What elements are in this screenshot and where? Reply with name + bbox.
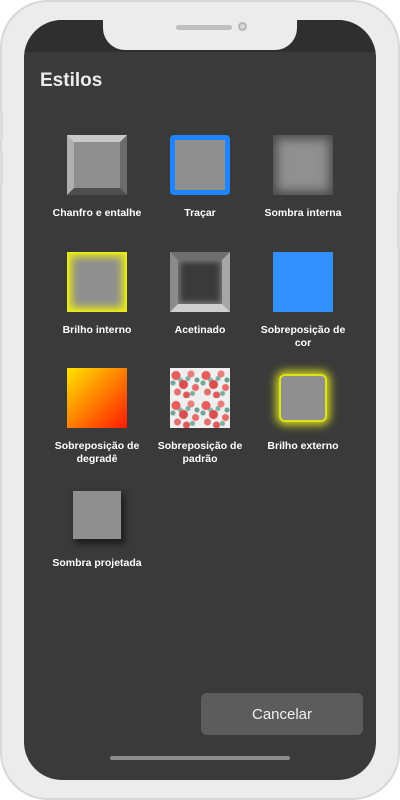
bevel-preview xyxy=(67,135,127,195)
style-label: Sombra interna xyxy=(264,207,342,219)
camera xyxy=(238,22,247,31)
speaker xyxy=(176,25,232,30)
style-tile-bevel[interactable]: Chanfro e entalhe xyxy=(39,135,155,220)
style-label: Sobreposição de cor xyxy=(260,324,346,349)
style-tile-inner-shadow[interactable]: Sombra interna xyxy=(245,135,361,220)
outer-glow-preview xyxy=(279,374,327,422)
style-label: Sobreposição de padrão xyxy=(157,440,243,465)
color-overlay-preview xyxy=(273,252,333,312)
inner-shadow-preview xyxy=(273,135,333,195)
style-label: Sombra projetada xyxy=(52,557,142,569)
style-tile-drop-shadow[interactable]: Sombra projetada xyxy=(39,485,155,570)
page-title: Estilos xyxy=(40,70,103,91)
style-tile-pattern-overlay[interactable]: Sobreposição de padrão xyxy=(142,368,258,466)
home-indicator[interactable] xyxy=(110,756,290,760)
style-tile-gradient-overlay[interactable]: Sobreposição de degradê xyxy=(39,368,155,466)
side-button-left xyxy=(0,150,3,186)
style-tile-outer-glow[interactable]: Brilho externo xyxy=(245,368,361,453)
screen: Estilos Chanfro e entalhe Traçar Sombra … xyxy=(24,20,376,780)
side-button-left xyxy=(0,110,3,140)
stroke-preview xyxy=(170,135,230,195)
style-tile-satin[interactable]: Acetinado xyxy=(142,252,258,337)
drop-shadow-preview xyxy=(73,491,121,539)
style-label: Brilho interno xyxy=(62,324,132,336)
style-label: Acetinado xyxy=(174,324,226,336)
inner-glow-preview xyxy=(67,252,127,312)
style-label: Sobreposição de degradê xyxy=(54,440,140,465)
gradient-overlay-preview xyxy=(67,368,127,428)
style-label: Chanfro e entalhe xyxy=(52,207,142,219)
pattern-overlay-preview xyxy=(170,368,230,428)
style-tile-color-overlay[interactable]: Sobreposição de cor xyxy=(245,252,361,350)
satin-preview xyxy=(170,252,230,312)
cancel-button[interactable]: Cancelar xyxy=(201,693,363,735)
style-tile-inner-glow[interactable]: Brilho interno xyxy=(39,252,155,337)
style-tile-stroke[interactable]: Traçar xyxy=(142,135,258,220)
style-label: Brilho externo xyxy=(267,440,339,452)
style-label: Traçar xyxy=(184,207,216,219)
